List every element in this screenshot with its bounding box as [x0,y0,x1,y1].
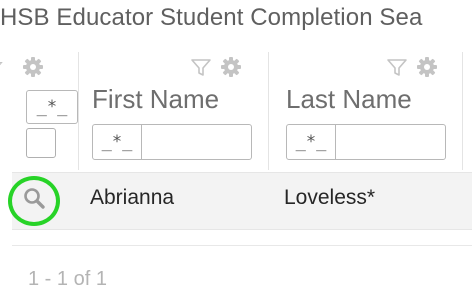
filter-icon[interactable] [386,56,408,78]
last-name-header-icons [386,54,438,80]
last-name-filter-field[interactable]: _*_ [286,124,446,160]
column-separator [268,52,269,170]
column-separator [78,52,79,170]
table-row[interactable] [12,172,472,230]
gear-icon[interactable] [22,56,44,78]
wildcard-toggle[interactable]: _*_ [93,125,141,159]
filter-divider [335,125,336,159]
search-icon[interactable] [22,186,48,212]
first-name-header-icons [190,54,242,80]
table-bottom-border [12,245,472,246]
gear-icon[interactable] [220,56,242,78]
cell-last-name: Loveless* [284,186,376,209]
selector-header-icons [0,54,44,80]
filter-divider [141,125,142,159]
pagination-summary: 1 - 1 of 1 [28,268,107,290]
wildcard-toggle[interactable]: _*_ [287,125,335,159]
gear-icon[interactable] [416,56,438,78]
filter-icon[interactable] [190,56,212,78]
select-all-checkbox[interactable] [26,128,56,158]
column-header-first-name[interactable]: First Name [92,84,219,115]
selector-filter-wildcard[interactable]: _*_ [26,90,78,124]
column-header-last-name[interactable]: Last Name [286,84,412,115]
first-name-filter-field[interactable]: _*_ [92,124,252,160]
cell-first-name: Abrianna [90,186,175,209]
filter-icon[interactable] [0,56,8,78]
page-title: HSB Educator Student Completion Sea [0,4,423,31]
column-separator [462,52,463,170]
